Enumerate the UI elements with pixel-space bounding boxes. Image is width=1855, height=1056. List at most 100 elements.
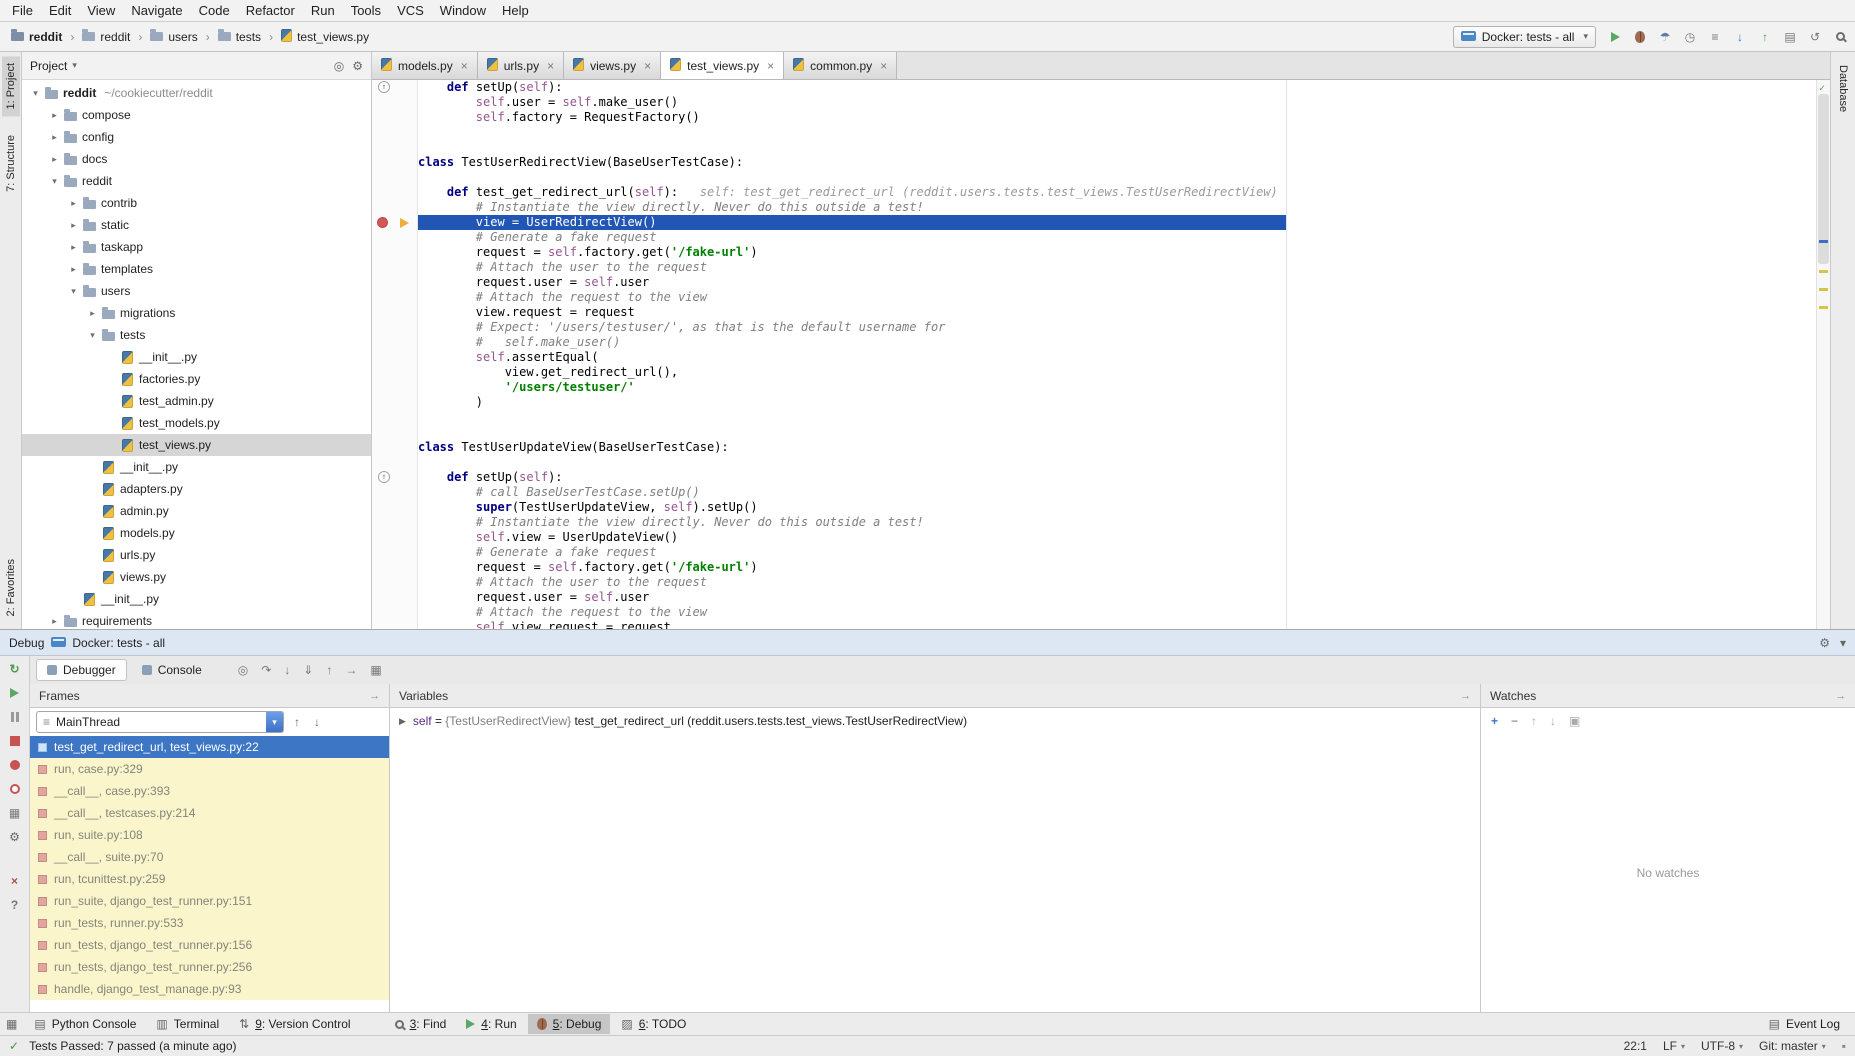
- tree-item-templates[interactable]: ▸templates: [22, 258, 371, 280]
- expand-arrow-icon[interactable]: ▶: [399, 716, 406, 727]
- toolwindow-button-python-console[interactable]: ▤Python Console: [25, 1014, 145, 1034]
- editor-tab-views-py[interactable]: views.py×: [564, 52, 661, 79]
- tree-item-views-py[interactable]: views.py: [22, 566, 371, 588]
- tree-item-models-py[interactable]: models.py: [22, 522, 371, 544]
- thread-selector[interactable]: ≡ MainThread ▾: [36, 711, 284, 733]
- code-line[interactable]: [418, 455, 1816, 470]
- stripe-mark[interactable]: [1819, 306, 1828, 309]
- hide-panel-icon[interactable]: →: [1835, 690, 1846, 702]
- code-line[interactable]: # Attach the user to the request: [418, 575, 1816, 590]
- code-line[interactable]: [418, 410, 1816, 425]
- settings-icon[interactable]: ⚙: [352, 59, 363, 73]
- code-line[interactable]: '/users/testuser/': [418, 380, 1816, 395]
- code-line[interactable]: # Attach the request to the view: [418, 605, 1816, 620]
- close-tab-icon[interactable]: ×: [767, 59, 774, 73]
- code-line[interactable]: request.user = self.user: [418, 590, 1816, 605]
- code-line[interactable]: # Generate a fake request: [418, 230, 1816, 245]
- tree-item-init-py[interactable]: __init__.py: [22, 456, 371, 478]
- stack-frame[interactable]: __call__, testcases.py:214: [30, 802, 389, 824]
- close-tab-icon[interactable]: ×: [461, 59, 468, 73]
- history-icon[interactable]: ↺: [1808, 31, 1822, 43]
- code-line[interactable]: # Instantiate the view directly. Never d…: [418, 200, 1816, 215]
- help-icon[interactable]: ?: [7, 898, 23, 911]
- override-marker-icon[interactable]: ↑: [378, 471, 390, 483]
- stack-frame[interactable]: run, suite.py:108: [30, 824, 389, 846]
- tree-item-config[interactable]: ▸config: [22, 126, 371, 148]
- tree-item-reddit[interactable]: ▾reddit: [22, 170, 371, 192]
- line-separator-selector[interactable]: LF▾: [1663, 1039, 1685, 1053]
- stripe-mark[interactable]: [1819, 240, 1828, 243]
- profiler-icon[interactable]: ◷: [1683, 31, 1697, 43]
- caret-position[interactable]: 22:1: [1624, 1039, 1647, 1053]
- debug-tab-console[interactable]: Console: [131, 659, 213, 681]
- code-line[interactable]: request = self.factory.get('/fake-url'): [418, 560, 1816, 575]
- run-configuration-selector[interactable]: Docker: tests - all ▾: [1453, 26, 1596, 48]
- editor-tab-test-views-py[interactable]: test_views.py×: [661, 52, 784, 79]
- run-to-cursor-icon[interactable]: →: [340, 663, 362, 677]
- tree-item-test-views-py[interactable]: test_views.py: [22, 434, 371, 456]
- code-line[interactable]: class TestUserRedirectView(BaseUserTestC…: [418, 155, 1816, 170]
- code-content[interactable]: def setUp(self): self.user = self.make_u…: [418, 80, 1816, 629]
- step-into-icon[interactable]: ↓: [279, 663, 295, 677]
- mute-breakpoints-icon[interactable]: [7, 782, 23, 795]
- toolwindow-button-terminal[interactable]: ▥Terminal: [147, 1014, 228, 1034]
- force-step-into-icon[interactable]: ⇓: [298, 663, 318, 677]
- tree-item-tests[interactable]: ▾tests: [22, 324, 371, 346]
- code-line[interactable]: def test_get_redirect_url(self): self: t…: [418, 185, 1816, 200]
- vcs-commit-icon[interactable]: ↑: [1758, 31, 1772, 43]
- tree-item-contrib[interactable]: ▸contrib: [22, 192, 371, 214]
- stack-frame[interactable]: run, case.py:329: [30, 758, 389, 780]
- settings-icon[interactable]: ⚙: [1819, 636, 1830, 650]
- stack-frame[interactable]: __call__, case.py:393: [30, 780, 389, 802]
- view-modes-icon[interactable]: ≡: [1708, 31, 1722, 43]
- combo-dropdown-icon[interactable]: ▾: [266, 712, 283, 732]
- stack-frame[interactable]: run, tcunittest.py:259: [30, 868, 389, 890]
- menu-code[interactable]: Code: [191, 0, 238, 21]
- tool-button-2-favorites[interactable]: 2: Favorites: [2, 552, 20, 623]
- stack-frame[interactable]: handle, django_test_manage.py:93: [30, 978, 389, 1000]
- code-line[interactable]: # Generate a fake request: [418, 545, 1816, 560]
- rerun-icon[interactable]: ↻: [7, 662, 23, 675]
- tree-item-migrations[interactable]: ▸migrations: [22, 302, 371, 324]
- remove-watch-icon[interactable]: −: [1506, 714, 1523, 728]
- hide-icon[interactable]: ▾: [1840, 636, 1846, 650]
- project-panel-title[interactable]: Project: [30, 59, 67, 73]
- hide-panel-icon[interactable]: →: [369, 690, 380, 702]
- code-line[interactable]: ): [418, 395, 1816, 410]
- menu-view[interactable]: View: [79, 0, 123, 21]
- code-line[interactable]: request.user = self.user: [418, 275, 1816, 290]
- menu-tools[interactable]: Tools: [343, 0, 389, 21]
- toolwindow-button-6-todo[interactable]: ▨6: TODO: [612, 1014, 695, 1034]
- tree-item-users[interactable]: ▾users: [22, 280, 371, 302]
- toolwindow-button-4-run[interactable]: 4: Run: [457, 1014, 525, 1034]
- search-icon[interactable]: [1833, 32, 1847, 41]
- editor-tab-urls-py[interactable]: urls.py×: [478, 52, 564, 79]
- code-line[interactable]: self.view.request = request: [418, 620, 1816, 629]
- git-branch-selector[interactable]: Git: master▾: [1759, 1039, 1826, 1053]
- stack-frame[interactable]: run_tests, runner.py:533: [30, 912, 389, 934]
- code-line[interactable]: class TestUserUpdateView(BaseUserTestCas…: [418, 440, 1816, 455]
- view-breakpoints-icon[interactable]: [7, 758, 23, 771]
- notifications-icon[interactable]: ▪: [1842, 1040, 1846, 1052]
- editor-tab-models-py[interactable]: models.py×: [372, 52, 478, 79]
- breakpoint-icon[interactable]: [377, 217, 388, 228]
- locate-icon[interactable]: ◎: [334, 59, 344, 73]
- tree-item-admin-py[interactable]: admin.py: [22, 500, 371, 522]
- tool-windows-switcher-icon[interactable]: ▦: [6, 1018, 17, 1030]
- coverage-icon[interactable]: ☂: [1658, 31, 1672, 43]
- stack-frame[interactable]: __call__, suite.py:70: [30, 846, 389, 868]
- stack-frame[interactable]: test_get_redirect_url, test_views.py:22: [30, 736, 389, 758]
- close-tab-icon[interactable]: ×: [547, 59, 554, 73]
- close-tab-icon[interactable]: ×: [880, 59, 887, 73]
- menu-run[interactable]: Run: [303, 0, 343, 21]
- close-icon[interactable]: ×: [7, 874, 23, 887]
- code-editor[interactable]: ↑↑ def setUp(self): self.user = self.mak…: [372, 80, 1830, 629]
- breadcrumb-tests[interactable]: tests: [215, 28, 264, 45]
- menu-help[interactable]: Help: [494, 0, 537, 21]
- code-line[interactable]: self.factory = RequestFactory(): [418, 110, 1816, 125]
- stack-frame[interactable]: run_tests, django_test_runner.py:256: [30, 956, 389, 978]
- code-line[interactable]: # call BaseUserTestCase.setUp(): [418, 485, 1816, 500]
- menu-edit[interactable]: Edit: [41, 0, 79, 21]
- vcs-update-icon[interactable]: ↓: [1733, 31, 1747, 43]
- toolwindow-button-5-debug[interactable]: 5: Debug: [528, 1014, 611, 1034]
